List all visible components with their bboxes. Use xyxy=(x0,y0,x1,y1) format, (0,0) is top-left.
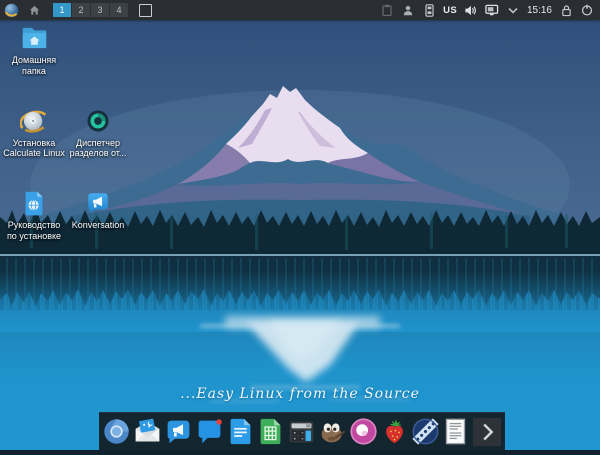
icon-label: Руководство по установке xyxy=(6,220,62,241)
lock-icon[interactable] xyxy=(559,2,573,18)
desktop-icon-partition-manager[interactable]: Диспетчер разделов от... xyxy=(66,107,130,160)
dock-item-libreoffice-calc[interactable] xyxy=(256,415,284,449)
desktop-screen: ...Easy Linux from the Source 1 2 3 4 US… xyxy=(0,0,600,450)
digital-clock[interactable]: 15:16 xyxy=(527,5,552,16)
document-icon xyxy=(446,418,466,445)
wallpaper-tagline: ...Easy Linux from the Source xyxy=(180,386,420,402)
gimp-icon xyxy=(321,423,345,443)
home-icon xyxy=(29,5,39,15)
desktop-icon-calculate-installer[interactable]: Установка Calculate Linux xyxy=(2,107,66,160)
dock-item-libreoffice-writer[interactable] xyxy=(226,415,254,449)
panel-expand-arrow-icon xyxy=(472,417,502,446)
dock-item-expand-arrow[interactable] xyxy=(472,415,502,449)
desktop-icon-konversation[interactable]: Konversation xyxy=(66,189,130,242)
show-desktop-icon[interactable] xyxy=(139,3,152,17)
dock-item-messenger[interactable] xyxy=(195,415,224,449)
display-icon[interactable] xyxy=(485,2,499,18)
power-icon[interactable] xyxy=(580,2,594,18)
smplayer-icon xyxy=(412,418,439,445)
icon-label: Домашняя папка xyxy=(11,55,57,76)
messenger-icon xyxy=(198,419,222,444)
home-button[interactable] xyxy=(27,3,41,17)
app-launcher-button[interactable] xyxy=(3,2,19,18)
icon-label: Диспетчер разделов от... xyxy=(69,137,127,159)
strawberry-icon xyxy=(385,419,403,444)
pager-desktop-4[interactable]: 4 xyxy=(110,3,128,17)
dock-item-strawberry[interactable] xyxy=(380,415,409,449)
guide-document-icon xyxy=(20,189,48,217)
user-switcher-icon[interactable] xyxy=(401,2,415,18)
clipboard-icon[interactable] xyxy=(380,2,394,18)
kmail-icon xyxy=(135,418,160,442)
media-player-icon xyxy=(350,418,377,445)
device-notifier-icon[interactable] xyxy=(422,2,436,18)
dock-item-kmail[interactable] xyxy=(133,415,162,449)
system-tray: US 15:16 xyxy=(380,2,600,18)
dock-item-document-viewer[interactable] xyxy=(442,415,470,449)
partition-manager-icon xyxy=(84,107,112,135)
dock-item-smplayer[interactable] xyxy=(411,415,440,449)
dock-item-konversation[interactable] xyxy=(164,415,193,449)
pager-desktop-1[interactable]: 1 xyxy=(53,3,71,17)
tray-expander-chevron-icon[interactable] xyxy=(506,2,520,18)
icon-label: Установка Calculate Linux xyxy=(3,137,65,159)
installer-cd-icon xyxy=(20,107,48,135)
dock-panel xyxy=(99,412,505,450)
konversation-icon xyxy=(167,420,190,444)
konversation-icon xyxy=(84,189,112,217)
keyboard-layout-indicator[interactable]: US xyxy=(443,5,457,16)
top-panel: 1 2 3 4 US 15:16 xyxy=(0,0,600,20)
pager-desktop-3[interactable]: 3 xyxy=(91,3,109,17)
panel-left: 1 2 3 4 xyxy=(0,2,152,18)
icon-label: Konversation xyxy=(71,220,125,231)
calculate-logo-icon xyxy=(4,3,18,17)
virtual-desktop-pager: 1 2 3 4 xyxy=(53,3,128,17)
libreoffice-writer-icon xyxy=(230,418,251,445)
libreoffice-calc-icon xyxy=(260,418,281,445)
desktop-icon-grid: Домашняя папка Установка Calculate Linux… xyxy=(2,24,130,250)
pager-desktop-2[interactable]: 2 xyxy=(72,3,90,17)
dock-item-chromium[interactable] xyxy=(102,415,131,449)
kcalc-icon xyxy=(289,421,313,443)
dock-item-media-player[interactable] xyxy=(349,415,378,449)
chromium-icon xyxy=(104,419,129,444)
volume-icon[interactable] xyxy=(464,2,478,18)
home-folder-icon xyxy=(20,24,48,52)
desktop-icon-home-folder[interactable]: Домашняя папка xyxy=(2,24,66,77)
dock-item-kcalc[interactable] xyxy=(287,415,316,449)
desktop-icon-install-guide[interactable]: Руководство по установке xyxy=(2,189,66,242)
dock-item-gimp[interactable] xyxy=(318,415,347,449)
